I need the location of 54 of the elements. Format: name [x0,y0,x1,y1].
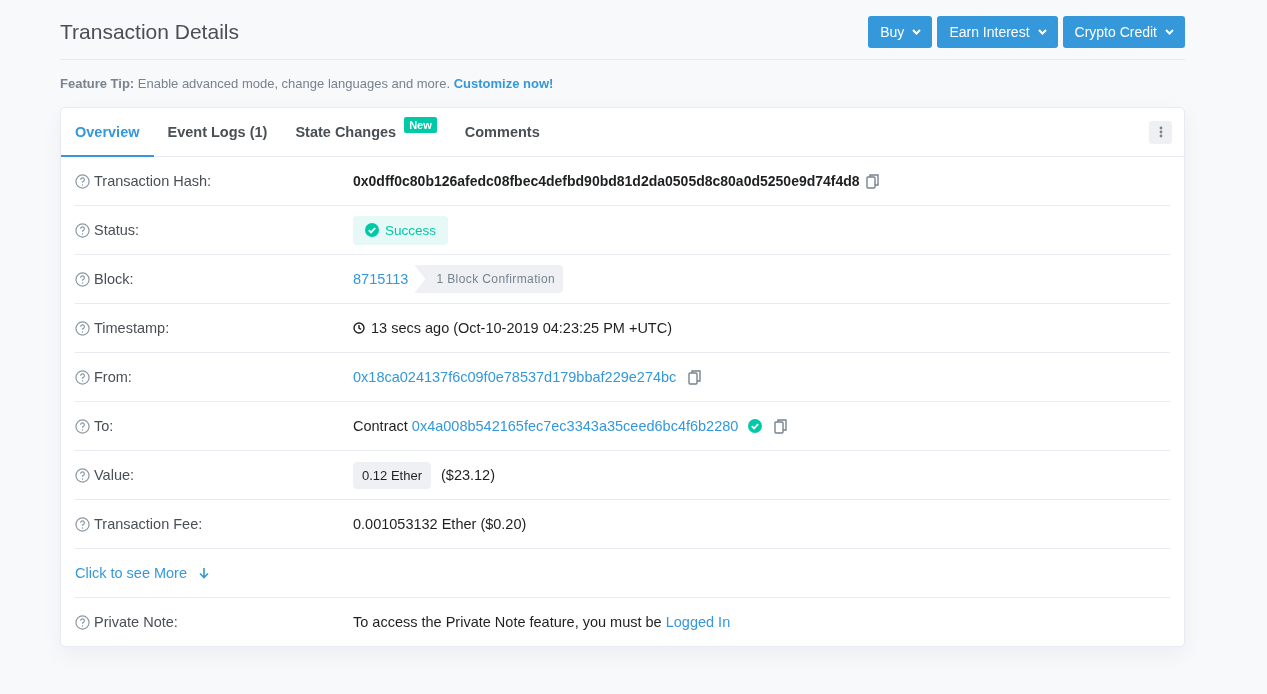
copy-icon[interactable] [688,369,703,385]
field-label: Transaction Fee: [94,516,203,532]
help-icon [75,467,90,483]
field-label: To: [94,418,114,434]
status-badge: Success [353,215,449,245]
contract-label: Contract [353,418,408,434]
address-link[interactable]: 0x18ca024137f6c09f0e78537d179bbaf229e274bc [353,369,677,385]
block-link[interactable]: 8715113 [353,271,409,287]
feature-tip: Feature Tip: Enable advanced mode, change languages and more. Customize now! [60,76,555,91]
clock-icon [353,322,365,334]
vertical-dots-icon [1158,126,1163,138]
help-icon [75,222,90,238]
chevron-down-icon [1037,29,1047,35]
fee-text: 0.001053132 Ether ($0.20) [353,516,527,532]
dropdown-button[interactable]: Crypto Credit [1062,16,1185,48]
address-link[interactable]: 0x4a008b542165fec7ec3343a35ceed6bc4f6b2280 [411,418,739,434]
ether-amount: 0.12 Ether [353,461,431,489]
help-icon [75,369,90,385]
tab[interactable]: Comments [450,108,554,157]
more-options-button[interactable] [1149,120,1172,144]
see-more-link[interactable]: Click to see More [75,565,209,581]
copy-icon[interactable] [774,418,789,434]
tab[interactable]: Overview [61,108,154,157]
chevron-down-icon [912,29,922,35]
page-title: Transaction Details [60,20,239,44]
tab[interactable]: State Changes New [281,108,451,157]
customize-link[interactable]: Customize now! [453,76,554,91]
field-label: From: [94,369,132,385]
dropdown-button[interactable]: Earn Interest [937,16,1058,48]
help-icon [75,271,90,287]
chevron-down-icon [1165,29,1174,35]
note-text: To access the Private Note feature, you must be [353,614,662,630]
field-label: Block: [94,271,134,287]
field-label: Transaction Hash: [94,173,212,189]
check-circle-icon [365,223,379,237]
field-label: Timestamp: [94,320,170,336]
arrow-down-icon [199,567,209,579]
login-link[interactable]: Logged In [665,614,731,630]
usd-value: ($23.12) [441,467,495,483]
help-icon [75,614,90,630]
transaction-hash: 0x0dff0c80b126afedc08fbec4defbd90bd81d2da0505d8c80a0d5250e9d74f4d8 [353,173,860,189]
help-icon [75,516,90,532]
timestamp-text: 13 secs ago (Oct-10-2019 04:23:25 PM +UTC) [371,320,673,336]
help-icon [75,173,90,189]
confirmation-tag: 1 Block Confirmation [414,265,564,293]
copy-icon[interactable] [865,173,880,189]
field-label: Value: [94,467,135,483]
help-icon [75,320,90,336]
field-label: Private Note: [94,614,178,630]
help-icon [75,418,90,434]
new-badge: New [404,116,437,133]
tab[interactable]: Event Logs (1) [153,108,282,157]
dropdown-button[interactable]: Buy [868,16,933,48]
field-label: Status: [94,222,140,238]
